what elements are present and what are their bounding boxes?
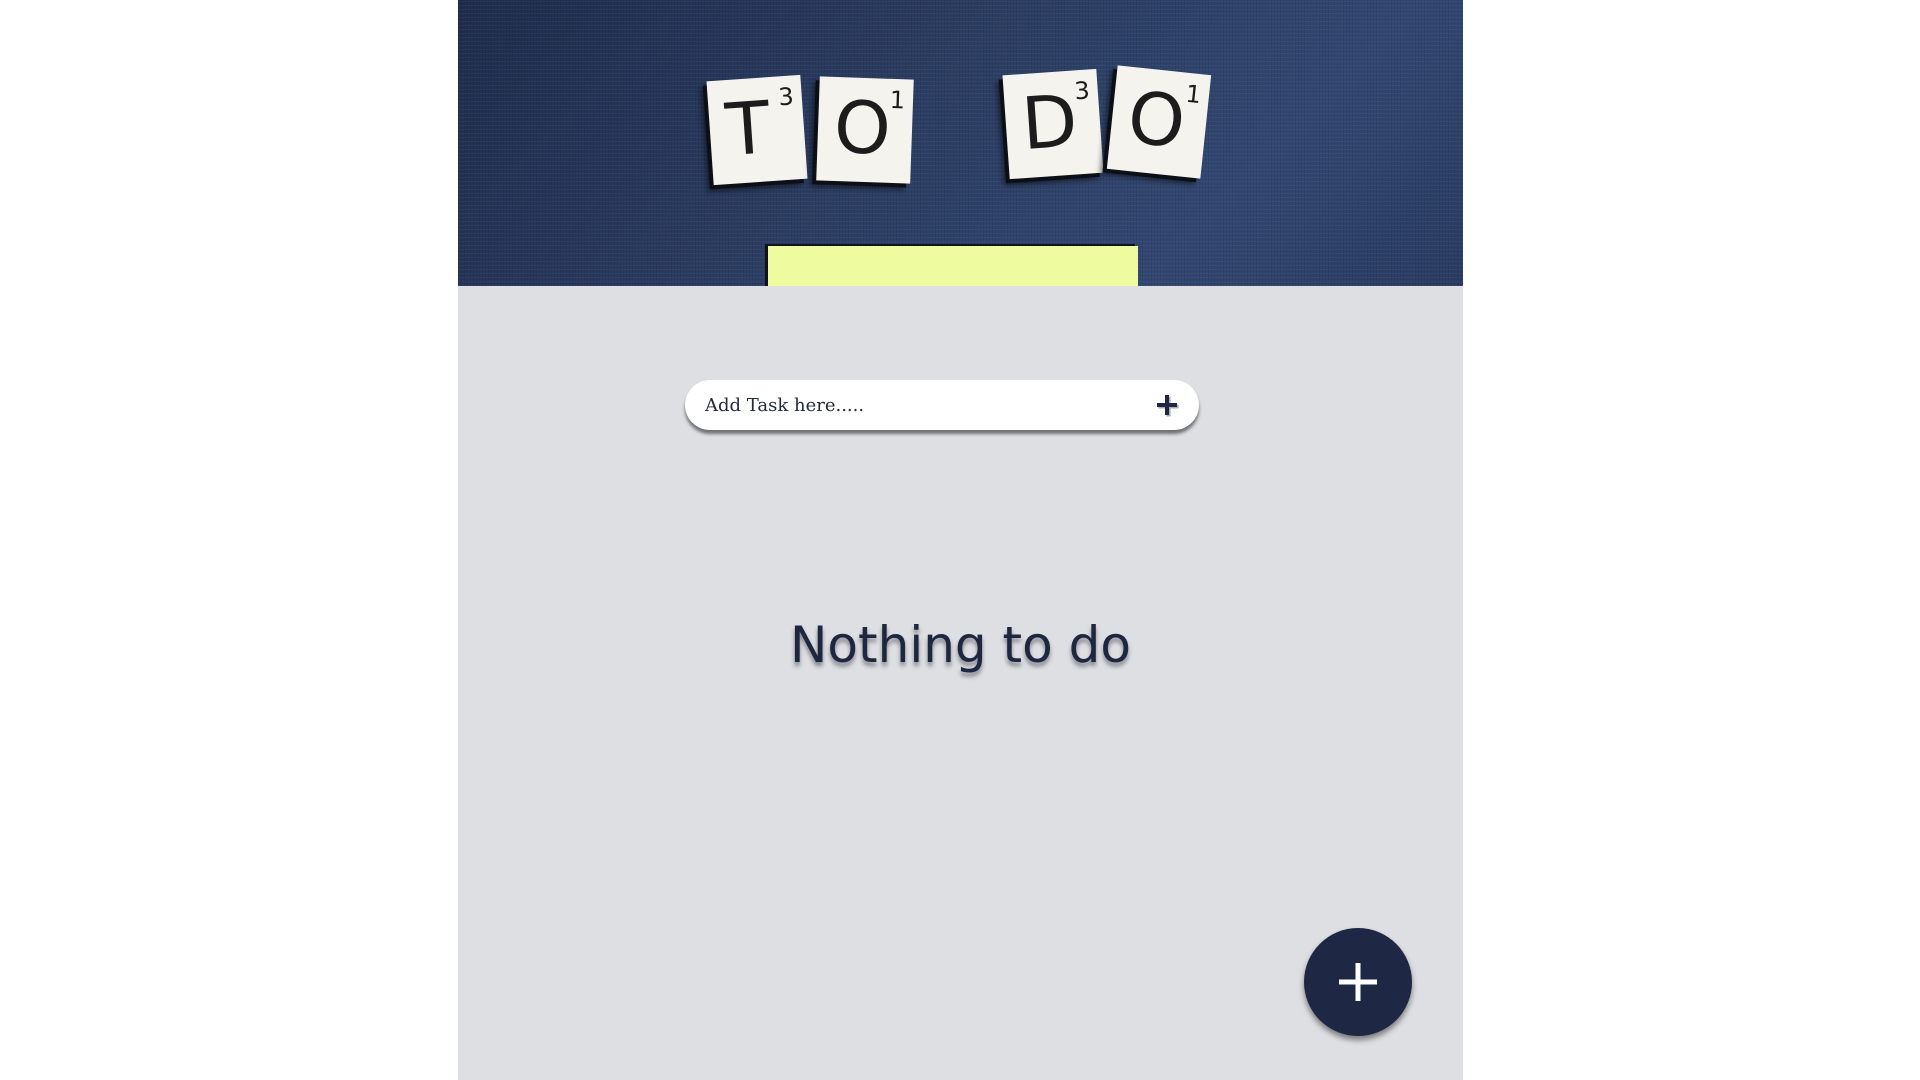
plus-icon [1157, 395, 1179, 417]
floating-add-button[interactable] [1304, 928, 1412, 1036]
tile-score: 3 [777, 82, 795, 112]
tile-score: 3 [1073, 76, 1091, 106]
empty-state-message: Nothing to do [790, 616, 1131, 674]
letter-tile-o: O 1 [1106, 65, 1212, 179]
letter-tile-t: T 3 [706, 74, 808, 186]
add-task-input[interactable] [705, 380, 1125, 430]
header-banner-image: T 3 O 1 D 3 O 1 [458, 0, 1463, 286]
sticky-note [768, 246, 1138, 286]
letter-tile-o: O 1 [816, 76, 914, 184]
plus-icon [1339, 963, 1377, 1001]
tile-letter: O [1123, 75, 1190, 165]
tile-letter: T [723, 85, 773, 173]
letter-tile-d: D 3 [1002, 68, 1104, 180]
add-task-button[interactable] [1151, 389, 1183, 421]
todo-app: T 3 O 1 D 3 O 1 Nothing to do [458, 0, 1463, 1080]
tile-score: 1 [1184, 79, 1203, 110]
tile-score: 1 [889, 85, 906, 115]
tile-letter: D [1019, 78, 1081, 167]
add-task-bar [685, 380, 1199, 430]
tile-letter: O [832, 84, 893, 171]
